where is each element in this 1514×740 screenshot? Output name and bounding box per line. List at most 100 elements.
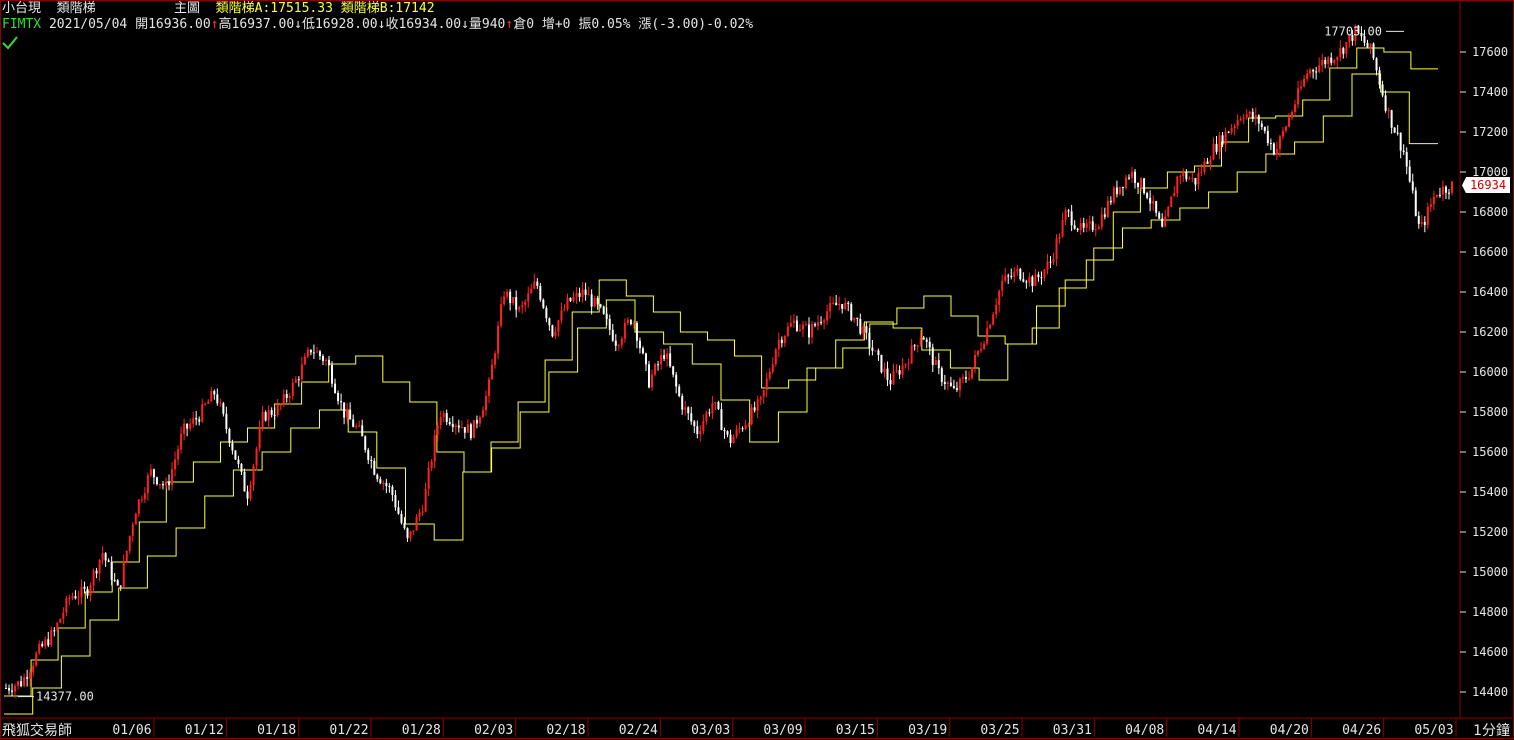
candle-body <box>829 302 832 312</box>
candle-body <box>995 304 998 315</box>
candle-body <box>1043 269 1046 278</box>
candle-body <box>216 394 219 404</box>
candle-body <box>901 365 904 375</box>
candle-body <box>95 570 98 574</box>
candle-body <box>1399 132 1402 151</box>
candle-body <box>590 294 593 307</box>
candle-body <box>219 403 222 405</box>
price-chart[interactable]: 14400 14600 14800 15000 15200 15400 15600 15800… <box>0 0 1514 739</box>
main-chart-label[interactable]: 主圖 <box>174 1 200 16</box>
x-tick-label: 01/28 <box>402 723 441 738</box>
candle-body <box>838 303 841 306</box>
y-tick-label: 15200 <box>1472 525 1508 539</box>
candle-body <box>569 297 572 301</box>
candle-body <box>340 401 343 403</box>
candle-body <box>817 322 820 326</box>
candle-body <box>702 421 705 432</box>
ladder-a-value: 類階梯A:17515.33 <box>215 1 333 16</box>
candle-body <box>539 285 542 300</box>
candle-body <box>1016 268 1019 272</box>
candle-body <box>611 329 614 341</box>
candle-body <box>1275 149 1278 155</box>
candle-body <box>654 364 657 375</box>
candle-body <box>1230 128 1233 133</box>
x-tick-label: 02/18 <box>546 723 585 738</box>
candle-body <box>355 426 358 428</box>
candle-body <box>288 396 291 398</box>
candle-body <box>1037 274 1040 278</box>
candle-body <box>1306 73 1309 79</box>
candle-body <box>155 477 158 485</box>
candle-body <box>961 377 964 379</box>
candle-body <box>122 561 125 587</box>
candle-body <box>1140 178 1143 188</box>
candle-body <box>204 403 207 405</box>
candle-body <box>38 643 41 654</box>
candle-body <box>865 326 868 333</box>
candle-body <box>488 379 491 397</box>
candle-body <box>551 325 554 337</box>
candle-body <box>986 328 989 344</box>
candle-body <box>146 475 149 494</box>
x-axis: 01/06 01/12 01/18 01/22 01/28 02/03 02/18 02/24… <box>2 717 1512 738</box>
x-tick-label: 01/06 <box>112 723 151 738</box>
x-tick-label: 02/24 <box>619 723 658 738</box>
period-selector[interactable]: 1分鐘 <box>1473 720 1510 740</box>
candle-body <box>249 485 252 499</box>
candle-body <box>729 434 732 444</box>
candle-body <box>1046 261 1049 270</box>
x-tick-label: 04/14 <box>1197 723 1236 738</box>
candle-body <box>1182 171 1185 177</box>
candle-body <box>681 396 684 410</box>
candle-body <box>454 425 457 428</box>
candle-body <box>222 403 225 414</box>
candle-body <box>883 368 886 373</box>
candle-body <box>451 423 454 428</box>
candle-body <box>291 382 294 397</box>
candle-body <box>1309 69 1312 74</box>
candle-body <box>1444 186 1447 193</box>
candle-body <box>768 371 771 379</box>
candle-body <box>696 426 699 435</box>
candle-body <box>23 677 26 687</box>
candle-body <box>20 681 23 687</box>
candle-body <box>494 353 497 365</box>
candle-body <box>361 425 364 437</box>
candle-body <box>795 320 798 331</box>
candle-body <box>400 513 403 523</box>
candle-body <box>469 424 472 439</box>
candle-body <box>1115 187 1118 194</box>
candle-body <box>974 354 977 368</box>
candle-body <box>811 324 814 338</box>
candle-body <box>56 622 59 631</box>
candle-body <box>977 350 980 355</box>
x-tick-label: 03/03 <box>691 723 730 738</box>
candle-body <box>367 449 370 461</box>
candle-body <box>804 324 807 326</box>
check-icon[interactable] <box>2 36 18 50</box>
candle-body <box>1233 125 1236 129</box>
candle-body <box>1245 114 1248 118</box>
candle-body <box>276 404 279 415</box>
candle-body <box>77 597 80 599</box>
candle-body <box>421 511 424 513</box>
candle-body <box>294 379 297 383</box>
candle-body <box>1164 216 1167 227</box>
candle-body <box>931 347 934 365</box>
candle-body <box>370 460 373 462</box>
candle-body <box>285 394 288 398</box>
candle-body <box>1239 118 1242 120</box>
candle-body <box>1375 58 1378 71</box>
candle-body <box>1266 130 1269 144</box>
candle-body <box>1097 226 1100 230</box>
candle-body <box>128 535 131 551</box>
candle-body <box>814 324 817 326</box>
candle-body <box>910 345 913 364</box>
candle-body <box>862 326 865 334</box>
candle-body <box>1106 200 1109 217</box>
price-candles <box>5 24 1453 698</box>
open-interest-value: 倉0 <box>513 17 535 32</box>
x-tick-label: 04/08 <box>1125 723 1164 738</box>
candle-body <box>798 329 801 331</box>
candle-body <box>59 618 62 623</box>
